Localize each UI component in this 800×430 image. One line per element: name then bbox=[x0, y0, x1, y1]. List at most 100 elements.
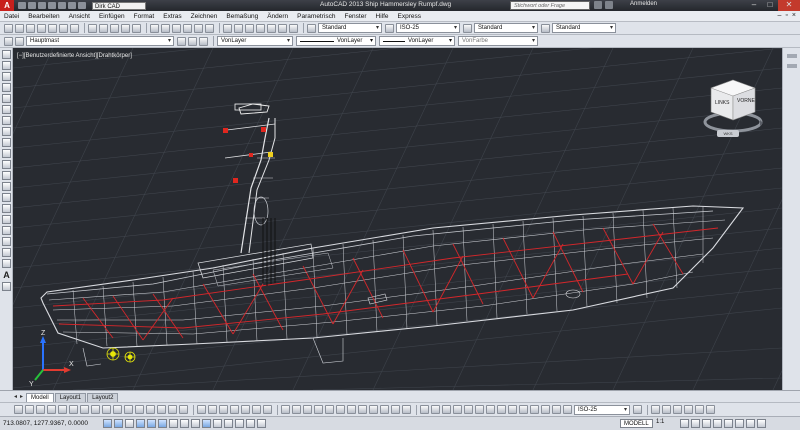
menu-bearbeiten[interactable]: Bearbeiten bbox=[28, 13, 59, 20]
plot-icon[interactable] bbox=[37, 23, 46, 33]
make-current-icon[interactable] bbox=[177, 36, 186, 46]
help-icon[interactable] bbox=[289, 23, 298, 33]
autocad-logo-icon[interactable]: A bbox=[0, 0, 14, 11]
wipeout-icon[interactable] bbox=[2, 259, 11, 268]
point-icon[interactable] bbox=[2, 193, 11, 202]
polar-tracking-icon[interactable] bbox=[147, 419, 156, 428]
object-snap-tracking-icon[interactable] bbox=[180, 419, 189, 428]
annotation-visibility-icon[interactable] bbox=[680, 419, 689, 428]
layer-match-icon[interactable] bbox=[199, 36, 208, 46]
ucs-object-icon[interactable] bbox=[464, 405, 473, 414]
ucs-previous-icon[interactable] bbox=[442, 405, 451, 414]
menu-bemassung[interactable]: Bemaßung bbox=[226, 13, 258, 20]
adjust-distance-icon[interactable] bbox=[369, 405, 378, 414]
tab-layout2[interactable]: Layout2 bbox=[87, 393, 119, 402]
auto-scale-icon[interactable] bbox=[691, 419, 700, 428]
quickcalc-icon[interactable] bbox=[278, 23, 287, 33]
lock-icon[interactable] bbox=[713, 419, 722, 428]
dim-style-select[interactable]: ISO-25 bbox=[396, 23, 460, 33]
object-snap-icon[interactable] bbox=[158, 419, 167, 428]
table-icon[interactable] bbox=[14, 405, 23, 414]
arc-icon[interactable] bbox=[2, 105, 11, 114]
copy-icon[interactable] bbox=[99, 23, 108, 33]
ellipse-arc-icon[interactable] bbox=[2, 160, 11, 169]
quick-dim-icon[interactable] bbox=[135, 405, 144, 414]
scale-icon[interactable] bbox=[673, 405, 682, 414]
polyline-icon[interactable] bbox=[2, 72, 11, 81]
workspace-switching-icon[interactable] bbox=[702, 419, 711, 428]
3d-object-snap-icon[interactable] bbox=[169, 419, 178, 428]
status-menu-icon[interactable] bbox=[746, 419, 755, 428]
diameter-dim-icon[interactable] bbox=[113, 405, 122, 414]
multiline-text-icon[interactable] bbox=[25, 405, 34, 414]
revision-cloud-icon[interactable] bbox=[2, 127, 11, 136]
multiline-text-icon[interactable]: A bbox=[2, 270, 11, 280]
aligned-dim-icon[interactable] bbox=[58, 405, 67, 414]
tab-model[interactable]: Modell bbox=[26, 393, 54, 402]
save-icon[interactable] bbox=[26, 23, 35, 33]
tolerance-icon[interactable] bbox=[197, 405, 206, 414]
line-icon[interactable] bbox=[2, 50, 11, 59]
layer-previous-icon[interactable] bbox=[188, 36, 197, 46]
zoom-window-icon[interactable] bbox=[194, 23, 203, 33]
ortho-mode-icon[interactable] bbox=[136, 419, 145, 428]
3d-print-icon[interactable] bbox=[70, 23, 79, 33]
tab-next-icon[interactable]: ▸ bbox=[20, 393, 23, 400]
open-file-icon[interactable] bbox=[28, 2, 36, 9]
tool-palettes-icon[interactable] bbox=[245, 23, 254, 33]
move-icon[interactable] bbox=[651, 405, 660, 414]
menu-zeichnen[interactable]: Zeichnen bbox=[191, 13, 218, 20]
swivel-icon[interactable] bbox=[347, 405, 356, 414]
properties-icon[interactable] bbox=[223, 23, 232, 33]
dim-space-icon[interactable] bbox=[168, 405, 177, 414]
publish-icon[interactable] bbox=[59, 23, 68, 33]
jogged-linear-icon[interactable] bbox=[230, 405, 239, 414]
selection-cycling-icon[interactable] bbox=[246, 419, 255, 428]
dynamic-ucs-icon[interactable] bbox=[191, 419, 200, 428]
menu-datei[interactable]: Datei bbox=[4, 13, 19, 20]
snap-mode-icon[interactable] bbox=[114, 419, 123, 428]
inspection-icon[interactable] bbox=[219, 405, 228, 414]
fly-icon[interactable] bbox=[325, 405, 334, 414]
table-style-select[interactable]: Standard bbox=[474, 23, 538, 33]
menu-aendern[interactable]: Ändern bbox=[267, 13, 288, 20]
isolate-objects-icon[interactable] bbox=[735, 419, 744, 428]
transparency-icon[interactable] bbox=[224, 419, 233, 428]
doc-minimize-button[interactable]: – bbox=[778, 12, 782, 19]
ucs-apply-icon[interactable] bbox=[552, 405, 561, 414]
plotstyle-select[interactable]: VonFarbe bbox=[458, 36, 538, 46]
layer-state-icon[interactable] bbox=[15, 36, 24, 46]
workspace-select[interactable]: Dirk CAD bbox=[92, 1, 146, 10]
make-block-icon[interactable] bbox=[2, 182, 11, 191]
menu-hilfe[interactable]: Hilfe bbox=[376, 13, 389, 20]
new-file-icon[interactable] bbox=[18, 2, 26, 9]
close-button[interactable]: ✕ bbox=[778, 0, 800, 11]
doc-close-button[interactable]: × bbox=[792, 12, 796, 19]
zoom-icon[interactable] bbox=[358, 405, 367, 414]
ucs-face-icon[interactable] bbox=[453, 405, 462, 414]
pan-icon[interactable] bbox=[172, 23, 181, 33]
maximize-button[interactable]: □ bbox=[762, 0, 778, 11]
menu-extras[interactable]: Extras bbox=[163, 13, 181, 20]
ucs-icon[interactable] bbox=[420, 405, 429, 414]
menu-parametrisch[interactable]: Parametrisch bbox=[297, 13, 335, 20]
hardware-acceleration-icon[interactable] bbox=[724, 419, 733, 428]
zoom-realtime-icon[interactable] bbox=[183, 23, 192, 33]
menu-ansicht[interactable]: Ansicht bbox=[69, 13, 90, 20]
ucs-origin-icon[interactable] bbox=[486, 405, 495, 414]
viewcube-left-face[interactable]: LINKS bbox=[715, 100, 729, 106]
undo-icon[interactable] bbox=[150, 23, 159, 33]
polygon-icon[interactable] bbox=[2, 83, 11, 92]
viewport-controls-label[interactable]: [−][Benutzerdefinierte Ansicht][Drahtkör… bbox=[17, 53, 132, 59]
region-icon[interactable] bbox=[2, 226, 11, 235]
stretch-icon[interactable] bbox=[684, 405, 693, 414]
annotation-monitor-icon[interactable] bbox=[257, 419, 266, 428]
rotate-icon[interactable] bbox=[662, 405, 671, 414]
lineweight-icon[interactable] bbox=[213, 419, 222, 428]
sheet-set-icon[interactable] bbox=[256, 23, 265, 33]
walk-icon[interactable] bbox=[314, 405, 323, 414]
camera-icon[interactable] bbox=[336, 405, 345, 414]
front-clip-icon[interactable] bbox=[380, 405, 389, 414]
grip-handle[interactable] bbox=[786, 64, 797, 68]
dimension-icon[interactable] bbox=[36, 405, 45, 414]
